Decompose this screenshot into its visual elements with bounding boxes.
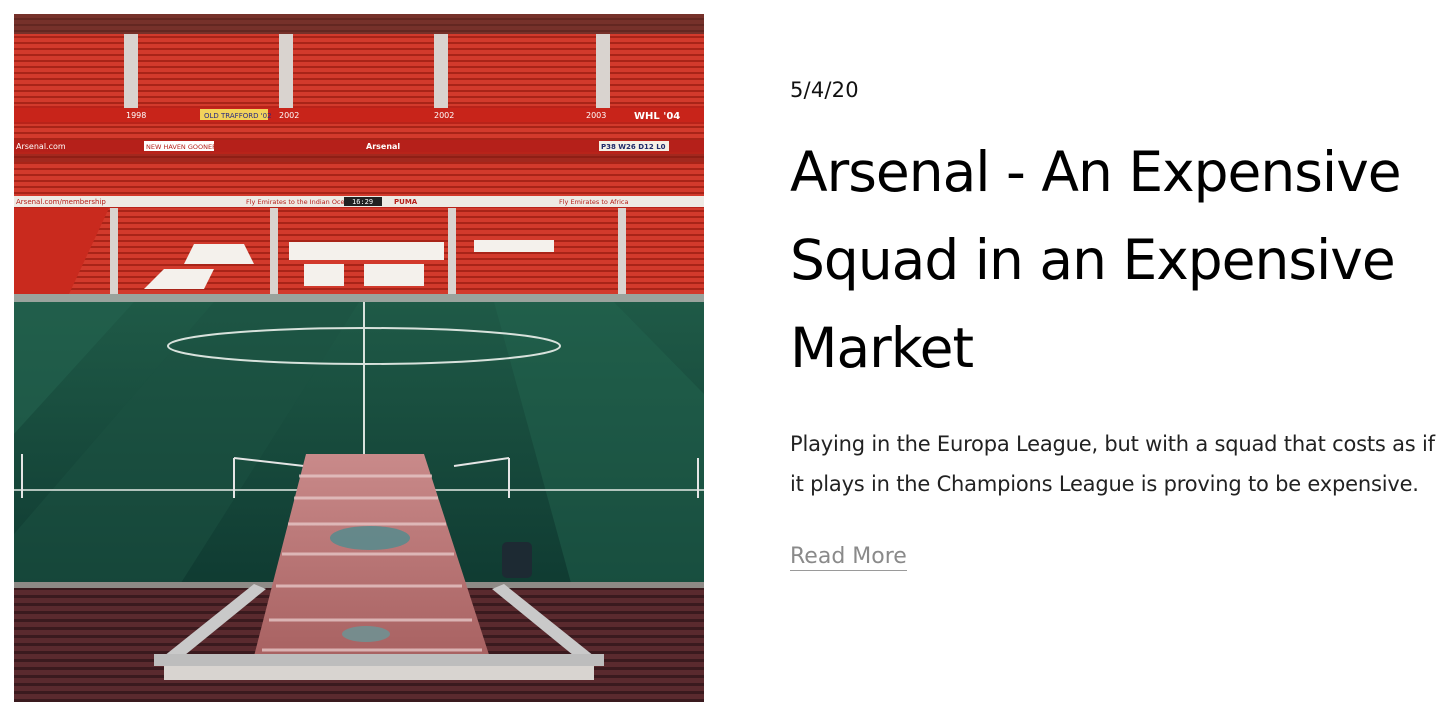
sign-membership: Arsenal.com/membership xyxy=(16,198,106,206)
sign-whl: WHL '04 xyxy=(634,111,680,122)
post-summary: 5/4/20 Arsenal - An Expensive Squad in a… xyxy=(790,78,1450,571)
post-image[interactable]: 1998 OLD TRAFFORD '02 2002 2002 2003 WHL… xyxy=(14,14,704,702)
read-more-link[interactable]: Read More xyxy=(790,544,907,571)
post-date: 5/4/20 xyxy=(790,78,859,102)
post-title[interactable]: Arsenal - An Expensive Squad in an Expen… xyxy=(790,128,1430,392)
sign-arsenal-com: Arsenal.com xyxy=(16,142,66,151)
sign-fly-emirates-1: Fly Emirates to the Indian Ocean xyxy=(246,198,353,206)
sign-old-trafford: OLD TRAFFORD '02 xyxy=(204,112,272,120)
sign-fly-emirates-2: Fly Emirates to Africa xyxy=(559,198,629,206)
sign-2002-a: 2002 xyxy=(279,111,299,120)
post-excerpt: Playing in the Europa League, but with a… xyxy=(790,432,1435,496)
sign-record: P38 W26 D12 L0 xyxy=(601,143,666,151)
sign-2002-b: 2002 xyxy=(434,111,454,120)
sign-new-haven: NEW HAVEN GOONERS xyxy=(146,143,221,151)
sign-arsenal: Arsenal xyxy=(366,142,400,151)
sign-1998: 1998 xyxy=(126,111,146,120)
sign-2003: 2003 xyxy=(586,111,606,120)
stadium-image: 1998 OLD TRAFFORD '02 2002 2002 2003 WHL… xyxy=(14,14,704,702)
sign-clock: 16:29 xyxy=(352,198,373,206)
sign-puma: PUMA xyxy=(394,198,418,206)
